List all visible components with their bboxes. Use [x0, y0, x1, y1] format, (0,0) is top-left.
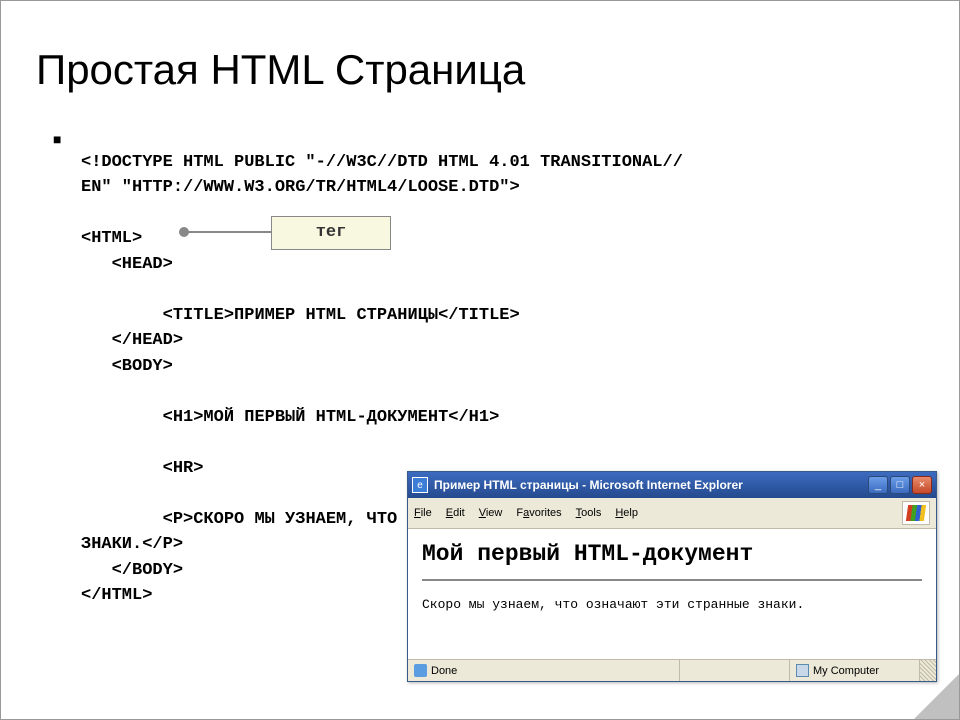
status-zone: My Computer — [790, 660, 920, 681]
slide: Простая HTML Страница ■ <!DOCTYPE HTML P… — [0, 0, 960, 720]
code-html-close: </HTML> — [81, 586, 152, 605]
close-button[interactable]: × — [912, 476, 932, 494]
window-controls: _ □ × — [868, 476, 932, 494]
menu-view[interactable]: View — [479, 507, 503, 519]
windows-logo-icon — [902, 501, 930, 525]
callout-label: тег — [271, 216, 391, 250]
page-corner-fold — [914, 674, 959, 719]
done-icon — [414, 664, 427, 677]
status-done-text: Done — [431, 665, 457, 677]
ie-content-area: Мой первый HTML-документ Скоро мы узнаем… — [408, 529, 936, 659]
status-left: Done — [408, 660, 680, 681]
status-zone-text: My Computer — [813, 665, 879, 677]
slide-title: Простая HTML Страница — [36, 46, 924, 94]
page-hr — [422, 579, 922, 581]
callout-connector — [181, 231, 271, 233]
computer-icon — [796, 664, 809, 677]
menu-favorites[interactable]: Favorites — [516, 507, 561, 519]
minimize-button[interactable]: _ — [868, 476, 888, 494]
code-body-open: <BODY> — [112, 357, 173, 376]
menu-help[interactable]: Help — [615, 507, 638, 519]
code-html-open: <HTML> — [81, 229, 142, 248]
ie-titlebar[interactable]: e Пример HTML страницы - Microsoft Inter… — [408, 472, 936, 498]
maximize-button[interactable]: □ — [890, 476, 910, 494]
ie-app-icon: e — [412, 477, 428, 493]
menu-edit[interactable]: Edit — [446, 507, 465, 519]
ie-window-title: Пример HTML страницы - Microsoft Interne… — [434, 478, 868, 492]
ie-menubar: File Edit View Favorites Tools Help — [408, 498, 936, 529]
code-head-open: <HEAD> — [112, 255, 173, 274]
page-heading: Мой первый HTML-документ — [422, 541, 922, 567]
page-paragraph: Скоро мы узнаем, что означают эти странн… — [422, 597, 922, 612]
code-h1: <H1>МОЙ ПЕРВЫЙ HTML-ДОКУМЕНТ</H1> — [163, 408, 500, 427]
menu-file[interactable]: File — [414, 507, 432, 519]
code-hr: <HR> — [163, 459, 204, 478]
ie-window: e Пример HTML страницы - Microsoft Inter… — [407, 471, 937, 682]
menu-tools[interactable]: Tools — [576, 507, 602, 519]
code-body-close: </BODY> — [112, 561, 183, 580]
bullet-icon: ■ — [53, 131, 61, 147]
ie-statusbar: Done My Computer — [408, 659, 936, 681]
code-doctype: <!DOCTYPE HTML PUBLIC "-//W3C//DTD HTML … — [81, 153, 683, 198]
status-empty-pane — [680, 660, 790, 681]
code-head-close: </HEAD> — [112, 331, 183, 350]
code-title: <TITLE>ПРИМЕР HTML СТРАНИЦЫ</TITLE> — [163, 306, 520, 325]
